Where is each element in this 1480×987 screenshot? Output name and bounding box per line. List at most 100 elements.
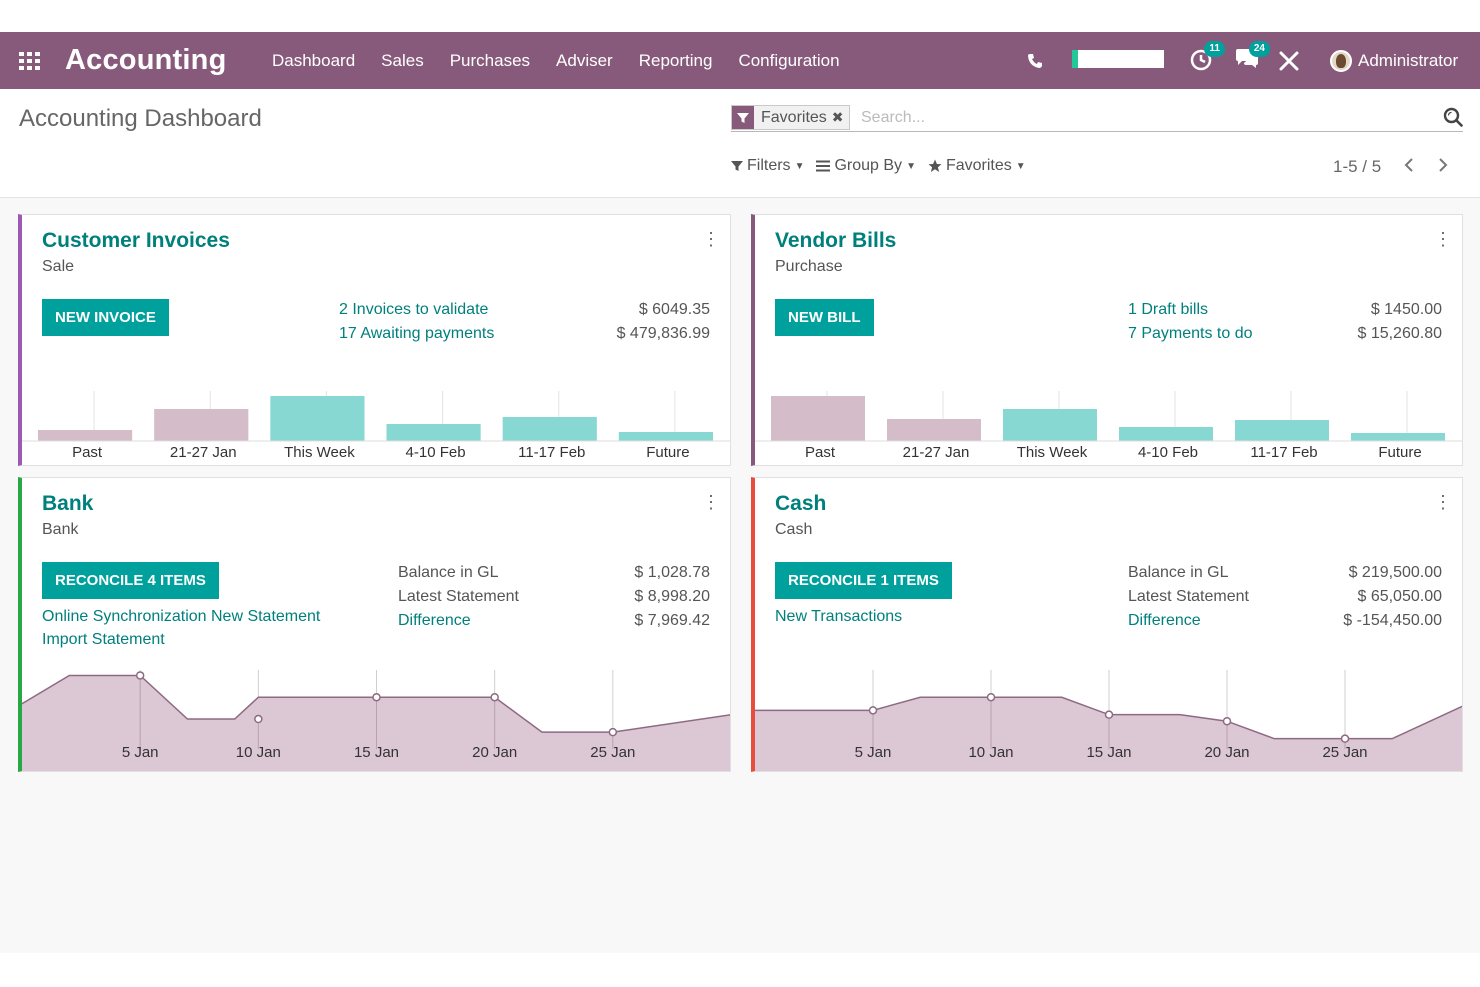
bar[interactable] — [386, 424, 481, 441]
x-tick-label: Future — [1378, 444, 1421, 461]
menu-adviser[interactable]: Adviser — [556, 51, 613, 71]
page-title: Accounting Dashboard — [19, 105, 262, 132]
x-tick-label: 4-10 Feb — [406, 444, 466, 461]
group-by-label: Group By — [834, 157, 903, 174]
bar[interactable] — [618, 432, 713, 441]
bank-area-chart[interactable]: 5 Jan 10 Jan 15 Jan 20 Jan 25 Jan — [22, 658, 731, 771]
bar[interactable] — [502, 417, 597, 441]
data-point[interactable] — [868, 706, 878, 715]
search-input[interactable] — [859, 105, 1423, 131]
latest-statement-amount: $ 65,050.00 — [1357, 588, 1442, 605]
app-brand[interactable]: Accounting — [65, 32, 227, 89]
bar[interactable] — [1003, 409, 1097, 441]
bar[interactable] — [887, 419, 981, 441]
voip-status-bar[interactable] — [1072, 50, 1164, 68]
journal-title[interactable]: Bank — [42, 492, 93, 516]
bar[interactable] — [1351, 433, 1445, 441]
user-name: Administrator — [1358, 50, 1459, 70]
x-tick-label: 21-27 Jan — [903, 444, 970, 461]
kebab-menu-icon[interactable]: ⋮ — [1434, 492, 1452, 513]
user-menu[interactable]: Administrator — [1330, 32, 1458, 89]
reconcile-items-button[interactable]: RECONCILE 1 ITEMS — [775, 562, 952, 599]
messages-badge: 24 — [1248, 41, 1270, 57]
chat-icon[interactable]: 24 — [1234, 41, 1270, 73]
data-point[interactable] — [986, 692, 996, 702]
filter-icon — [732, 106, 754, 129]
menu-sales[interactable]: Sales — [381, 51, 424, 71]
apps-grid-icon[interactable] — [18, 32, 42, 89]
filters-dropdown[interactable]: Filters ▼ — [731, 157, 804, 175]
payments-to-do-link[interactable]: 7 Payments to do — [1128, 325, 1253, 343]
menu-dashboard[interactable]: Dashboard — [272, 51, 355, 71]
invoices-to-validate-amount: $ 6049.35 — [638, 301, 710, 318]
invoices-to-validate-link[interactable]: 2 Invoices to validate — [339, 301, 488, 319]
page-footer-space — [0, 953, 1480, 987]
star-icon — [928, 159, 942, 173]
facet-label: Favorites — [761, 108, 827, 126]
journal-type: Purchase — [775, 258, 843, 275]
bar[interactable] — [771, 396, 865, 441]
favorites-dropdown[interactable]: Favorites ▼ — [928, 157, 1026, 175]
journal-title[interactable]: Cash — [775, 492, 826, 516]
new-invoice-button[interactable]: NEW INVOICE — [42, 299, 169, 336]
pager-value[interactable]: 1-5 / 5 — [1333, 157, 1381, 177]
data-point[interactable] — [1104, 710, 1114, 719]
phone-icon[interactable] — [1027, 32, 1043, 89]
kebab-menu-icon[interactable]: ⋮ — [1434, 229, 1452, 250]
activity-clock-icon[interactable]: 11 — [1189, 41, 1225, 73]
new-transactions-link[interactable]: New Transactions — [775, 608, 902, 626]
remove-facet-icon[interactable]: ✖ — [832, 109, 849, 126]
tools-icon[interactable] — [1278, 50, 1304, 76]
top-navbar: Accounting Dashboard Sales Purchases Adv… — [0, 32, 1480, 89]
data-point[interactable] — [135, 671, 145, 680]
import-statement-link[interactable]: Import Statement — [42, 631, 165, 649]
reconcile-items-button[interactable]: RECONCILE 4 ITEMS — [42, 562, 219, 599]
menu-purchases[interactable]: Purchases — [450, 51, 530, 71]
journal-card-bank: Bank Bank ⋮ RECONCILE 4 ITEMS Online Syn… — [18, 477, 731, 772]
menu-configuration[interactable]: Configuration — [738, 51, 839, 71]
pager-previous-icon[interactable] — [1396, 151, 1422, 179]
difference-link[interactable]: Difference — [1128, 612, 1201, 630]
journal-type: Sale — [42, 258, 75, 275]
x-tick-label: 20 Jan — [1204, 744, 1249, 761]
filters-label: Filters — [747, 157, 791, 174]
data-point[interactable] — [1222, 716, 1232, 726]
difference-amount: $ 7,969.42 — [634, 612, 710, 629]
purchase-bar-chart[interactable]: Past 21-27 Jan This Week 4-10 Feb 11-17 Feb F… — [755, 377, 1463, 465]
search-facet[interactable]: Favorites ✖ — [731, 105, 850, 130]
favorites-label: Favorites — [945, 157, 1012, 174]
bar[interactable] — [270, 396, 365, 441]
journal-title[interactable]: Customer Invoices — [42, 229, 230, 253]
new-bill-button[interactable]: NEW BILL — [775, 299, 874, 336]
kebab-menu-icon[interactable]: ⋮ — [702, 229, 720, 250]
online-sync-link[interactable]: Online Synchronization New Statement — [42, 608, 320, 626]
group-by-dropdown[interactable]: Group By ▼ — [816, 157, 916, 175]
bar[interactable] — [38, 430, 133, 441]
data-point[interactable] — [372, 692, 381, 702]
sale-bar-chart[interactable]: Past 21-27 Jan This Week 4-10 Feb 11-17 Feb F… — [22, 377, 731, 465]
bar[interactable] — [1119, 427, 1213, 441]
cash-area-chart[interactable]: 5 Jan 10 Jan 15 Jan 20 Jan 25 Jan — [755, 658, 1463, 771]
bar[interactable] — [1235, 420, 1329, 441]
bar[interactable] — [154, 409, 249, 441]
x-tick-label: 5 Jan — [122, 744, 159, 761]
search-icon[interactable] — [1443, 107, 1463, 132]
draft-bills-amount: $ 1450.00 — [1370, 301, 1442, 318]
menu-reporting[interactable]: Reporting — [639, 51, 713, 71]
kebab-menu-icon[interactable]: ⋮ — [702, 492, 720, 513]
data-point[interactable] — [1340, 734, 1350, 743]
awaiting-payments-link[interactable]: 17 Awaiting payments — [339, 325, 494, 343]
kanban-dashboard: Customer Invoices Sale ⋮ NEW INVOICE 2 I… — [0, 198, 1480, 953]
balance-gl-label: Balance in GL — [1128, 564, 1229, 581]
difference-amount: $ -154,450.00 — [1343, 612, 1442, 629]
data-point[interactable] — [254, 714, 263, 724]
draft-bills-link[interactable]: 1 Draft bills — [1128, 301, 1208, 319]
x-tick-label: This Week — [1017, 444, 1088, 461]
search-options: Filters ▼ Group By ▼ Favorites ▼ — [731, 157, 1038, 175]
data-point[interactable] — [608, 727, 618, 737]
latest-statement-label: Latest Statement — [1128, 588, 1249, 605]
journal-title[interactable]: Vendor Bills — [775, 229, 896, 253]
data-point[interactable] — [490, 692, 499, 702]
pager-next-icon[interactable] — [1430, 151, 1456, 179]
difference-link[interactable]: Difference — [398, 612, 471, 630]
